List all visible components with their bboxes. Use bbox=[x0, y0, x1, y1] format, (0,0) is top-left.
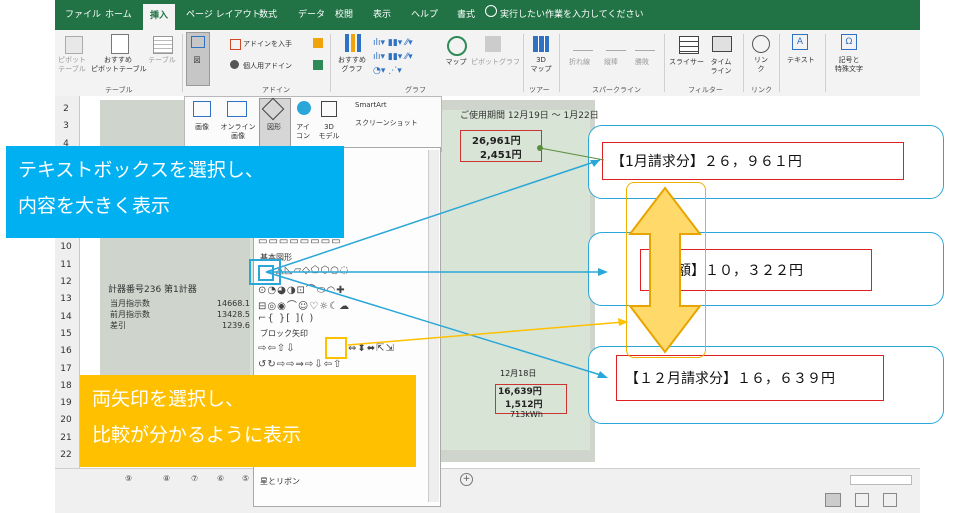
blue-banner-line1: テキストボックスを選択し、 bbox=[18, 159, 264, 181]
blue-banner-line2: 内容を大きく表示 bbox=[18, 195, 171, 217]
yellow-banner-line2: 比較が分かるように表示 bbox=[92, 424, 302, 446]
blue-instruction-banner: テキストボックスを選択し、 内容を大きく表示 bbox=[6, 146, 344, 238]
yellow-banner-line1: 両矢印を選択し、 bbox=[92, 388, 245, 410]
yellow-instruction-banner: 両矢印を選択し、 比較が分かるように表示 bbox=[80, 375, 416, 467]
